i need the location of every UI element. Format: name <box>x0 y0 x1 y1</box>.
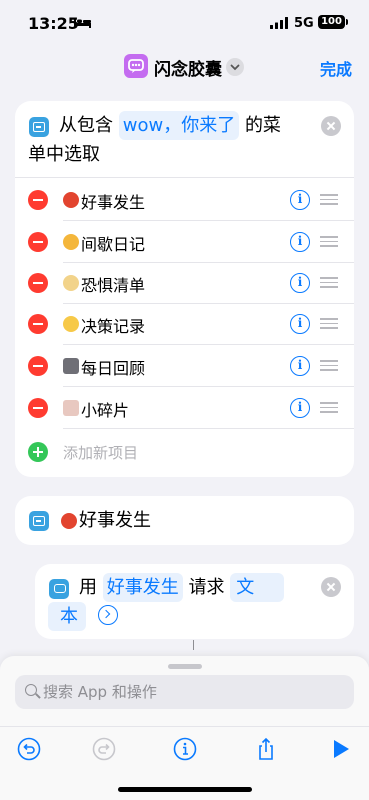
undo-icon[interactable] <box>16 736 42 762</box>
info-button[interactable]: i <box>290 356 310 376</box>
navigation-bar: 闪念胶囊 完成 <box>0 44 369 88</box>
drag-handle-icon[interactable] <box>320 360 338 372</box>
menu-case-label: 好事发生 <box>79 510 151 531</box>
search-input[interactable] <box>43 675 343 709</box>
info-icon[interactable] <box>172 736 198 762</box>
status-bar: 13:25 5G 100 <box>0 0 369 44</box>
done-button[interactable]: 完成 <box>320 56 352 80</box>
input-type-token-cont[interactable]: 本 <box>48 602 86 631</box>
menu-action-title: 从包含 wow，你来了 的菜 单中选取 <box>28 111 329 169</box>
menu-header-divider <box>15 177 354 178</box>
add-item-label[interactable]: 添加新项目 <box>63 442 138 463</box>
tomato-icon <box>63 192 79 208</box>
drag-handle-icon[interactable] <box>320 194 338 206</box>
menu-action-line2: 单中选取 <box>28 144 100 165</box>
menu-item-row[interactable]: 决策记录 i <box>15 303 354 345</box>
battery-tip <box>346 19 348 25</box>
share-icon[interactable] <box>253 736 279 762</box>
chat-bubble-icon <box>128 59 144 73</box>
add-item-button[interactable] <box>28 442 48 462</box>
network-type: 5G <box>294 16 314 31</box>
cellular-signal-icon <box>270 17 288 29</box>
expand-chevron-icon[interactable] <box>97 605 118 625</box>
ask-action-text: 用 好事发生 请求 文 本 <box>48 573 319 631</box>
menu-action-suffix: 的菜 <box>244 115 281 136</box>
menu-item-row[interactable]: 间歇日记 i <box>15 221 354 263</box>
menu-item-label[interactable]: 小碎片 <box>81 397 129 421</box>
add-item-row[interactable]: 添加新项目 <box>15 431 354 473</box>
menu-action-icon <box>29 511 49 531</box>
delete-item-button[interactable] <box>28 232 48 252</box>
menu-item-row[interactable]: 好事发生 i <box>15 179 354 221</box>
redo-icon[interactable] <box>91 736 117 762</box>
row-divider <box>63 428 354 429</box>
info-button[interactable]: i <box>290 190 310 210</box>
delete-item-button[interactable] <box>28 314 48 334</box>
menu-item-label[interactable]: 间歇日记 <box>81 231 145 255</box>
drag-handle-icon[interactable] <box>320 402 338 414</box>
status-time: 13:25 <box>28 14 79 33</box>
shortcut-title[interactable]: 闪念胶囊 <box>154 55 222 80</box>
flow-connector <box>193 640 194 650</box>
sheet-grabber[interactable] <box>168 664 202 669</box>
shortcut-icon[interactable] <box>124 54 148 78</box>
prompt-variable-token[interactable]: 好事发生 <box>102 573 183 602</box>
menu-action-icon <box>29 117 49 137</box>
run-icon[interactable] <box>328 736 354 762</box>
menu-item-row[interactable]: 小碎片 i <box>15 387 354 429</box>
info-button[interactable]: i <box>290 273 310 293</box>
info-button[interactable]: i <box>290 398 310 418</box>
delete-item-button[interactable] <box>28 398 48 418</box>
drag-handle-icon[interactable] <box>320 236 338 248</box>
input-type-token[interactable]: 文 <box>230 573 285 602</box>
sleep-focus-icon <box>74 18 91 28</box>
ask-for-input-action[interactable]: 用 好事发生 请求 文 本 <box>35 564 354 639</box>
drag-handle-icon[interactable] <box>320 277 338 289</box>
menu-prompt-token[interactable]: wow，你来了 <box>118 111 240 140</box>
search-icon <box>25 684 37 696</box>
menu-item-label[interactable]: 每日回顾 <box>81 355 145 379</box>
menu-action-prefix: 从包含 <box>59 115 113 136</box>
title-menu-button[interactable] <box>226 58 244 76</box>
menu-case-block[interactable]: 好事发生 <box>15 496 354 545</box>
delete-item-button[interactable] <box>28 273 48 293</box>
chevron-down-icon <box>230 64 240 71</box>
delete-item-button[interactable] <box>28 356 48 376</box>
printer-icon <box>63 358 79 374</box>
sheet-divider <box>0 726 369 727</box>
eraser-icon <box>63 400 79 416</box>
menu-item-row[interactable]: 恐惧清单 i <box>15 262 354 304</box>
menu-item-label[interactable]: 恐惧清单 <box>81 272 145 296</box>
tomato-icon <box>61 513 77 529</box>
ask-prefix: 用 <box>79 577 97 598</box>
chick-icon <box>63 316 79 332</box>
drag-handle-icon[interactable] <box>320 318 338 330</box>
info-button[interactable]: i <box>290 232 310 252</box>
ask-for-input-icon <box>49 579 69 599</box>
menu-item-label[interactable]: 好事发生 <box>81 189 145 213</box>
battery-indicator: 100 <box>318 15 345 29</box>
menu-item-label[interactable]: 决策记录 <box>81 313 145 337</box>
info-button[interactable]: i <box>290 314 310 334</box>
delete-item-button[interactable] <box>28 190 48 210</box>
ask-mid: 请求 <box>188 577 225 598</box>
remove-action-button[interactable] <box>321 577 341 597</box>
remove-action-button[interactable] <box>321 116 341 136</box>
search-field[interactable] <box>15 675 354 709</box>
actions-sheet <box>0 656 369 800</box>
face-icon <box>63 275 79 291</box>
cat-icon <box>63 234 79 250</box>
menu-item-row[interactable]: 每日回顾 i <box>15 345 354 387</box>
home-indicator <box>118 787 252 792</box>
